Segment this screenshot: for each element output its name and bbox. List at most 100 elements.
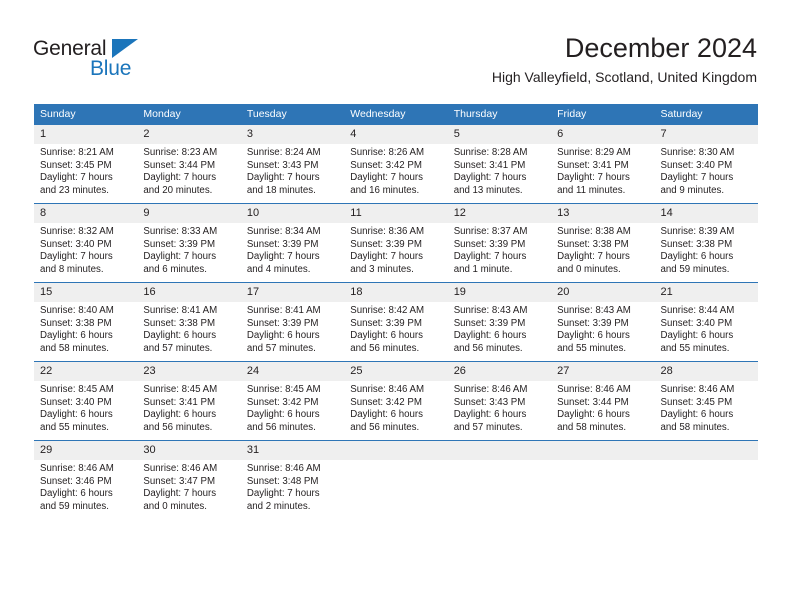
- calendar-day-cell[interactable]: 4 Sunrise: 8:26 AM Sunset: 3:42 PM Daylight…: [344, 125, 448, 204]
- daylight-text-line1: Daylight: 6 hours: [40, 488, 113, 500]
- calendar-week-row: 15 Sunrise: 8:40 AM Sunset: 3:38 PM Dayligh…: [34, 282, 758, 362]
- sunrise-text: Sunrise: 8:43 AM: [557, 305, 631, 316]
- calendar-day-cell[interactable]: 8 Sunrise: 8:32 AM Sunset: 3:40 PM Daylight…: [34, 203, 138, 283]
- calendar-day-cell[interactable]: 14 Sunrise: 8:39 AM Sunset: 3:38 PM Dayligh…: [654, 203, 758, 283]
- daylight-text-line1: Daylight: 6 hours: [143, 409, 217, 421]
- day-number: 25: [344, 362, 448, 381]
- day-details: Sunrise: 8:45 AM Sunset: 3:42 PM Daylight:…: [241, 381, 344, 434]
- calendar-day-cell[interactable]: 30 Sunrise: 8:46 AM Sunset: 3:47 PM Dayligh…: [137, 440, 241, 519]
- calendar-day-cell[interactable]: 19 Sunrise: 8:43 AM Sunset: 3:39 PM Dayligh…: [447, 282, 552, 362]
- calendar-day-cell[interactable]: 3 Sunrise: 8:24 AM Sunset: 3:43 PM Daylight…: [240, 125, 345, 204]
- calendar-day-cell[interactable]: 12 Sunrise: 8:37 AM Sunset: 3:39 PM Dayligh…: [447, 203, 552, 283]
- day-details: [655, 460, 758, 463]
- daylight-text-line1: Daylight: 6 hours: [557, 409, 630, 421]
- daylight-text-line1: Daylight: 7 hours: [40, 251, 113, 263]
- calendar-day-cell-empty: [344, 440, 448, 519]
- day-number: 14: [654, 204, 758, 223]
- sunset-text: Sunset: 3:44 PM: [557, 396, 629, 408]
- daylight-text-line1: Daylight: 6 hours: [40, 330, 113, 342]
- calendar-day-cell[interactable]: 2 Sunrise: 8:23 AM Sunset: 3:44 PM Daylight…: [137, 125, 241, 204]
- daylight-text-line2: and 56 minutes.: [350, 342, 420, 354]
- sunrise-text: Sunrise: 8:43 AM: [453, 305, 528, 316]
- sunset-text: Sunset: 3:39 PM: [557, 317, 629, 329]
- sunset-text: Sunset: 3:45 PM: [660, 396, 733, 408]
- sunset-text: Sunset: 3:39 PM: [453, 238, 526, 250]
- sunrise-text: Sunrise: 8:41 AM: [143, 305, 218, 316]
- calendar-day-cell[interactable]: 26 Sunrise: 8:46 AM Sunset: 3:43 PM Dayligh…: [447, 361, 552, 441]
- daylight-text-line2: and 13 minutes.: [453, 184, 523, 196]
- calendar-day-cell[interactable]: 21 Sunrise: 8:44 AM Sunset: 3:40 PM Dayligh…: [654, 282, 758, 362]
- calendar-day-cell[interactable]: 31 Sunrise: 8:46 AM Sunset: 3:48 PM Dayligh…: [240, 440, 345, 519]
- weekday-header-friday: Friday: [551, 104, 655, 125]
- sunrise-text: Sunrise: 8:30 AM: [660, 147, 735, 158]
- day-number: 26: [447, 362, 552, 381]
- day-number: [551, 441, 655, 460]
- sunset-text: Sunset: 3:43 PM: [453, 396, 526, 408]
- calendar-day-cell[interactable]: 18 Sunrise: 8:42 AM Sunset: 3:39 PM Dayligh…: [344, 282, 448, 362]
- daylight-text-line1: Daylight: 6 hours: [350, 330, 423, 342]
- calendar-day-cell[interactable]: 9 Sunrise: 8:33 AM Sunset: 3:39 PM Daylight…: [137, 203, 241, 283]
- logo-text-blue: Blue: [90, 57, 132, 80]
- sunset-text: Sunset: 3:39 PM: [453, 317, 526, 329]
- sunset-text: Sunset: 3:39 PM: [143, 238, 216, 250]
- calendar-day-cell[interactable]: 24 Sunrise: 8:45 AM Sunset: 3:42 PM Dayligh…: [240, 361, 345, 441]
- day-details: [344, 460, 447, 463]
- sunrise-text: Sunrise: 8:46 AM: [453, 384, 528, 395]
- day-number: [447, 441, 552, 460]
- location-subtitle: High Valleyfield, Scotland, United Kingd…: [491, 69, 757, 85]
- calendar-day-cell[interactable]: 13 Sunrise: 8:38 AM Sunset: 3:38 PM Dayligh…: [551, 203, 655, 283]
- calendar-day-cell[interactable]: 28 Sunrise: 8:46 AM Sunset: 3:45 PM Dayligh…: [654, 361, 758, 441]
- day-number: 21: [654, 283, 758, 302]
- sunrise-text: Sunrise: 8:44 AM: [660, 305, 735, 316]
- sunset-text: Sunset: 3:48 PM: [246, 475, 319, 487]
- day-details: Sunrise: 8:29 AM Sunset: 3:41 PM Daylight:…: [551, 144, 654, 197]
- calendar-day-cell[interactable]: 7 Sunrise: 8:30 AM Sunset: 3:40 PM Daylight…: [654, 125, 758, 204]
- weekday-header-saturday: Saturday: [654, 104, 758, 125]
- daylight-text-line2: and 57 minutes.: [143, 342, 213, 354]
- day-details: Sunrise: 8:41 AM Sunset: 3:38 PM Daylight:…: [137, 302, 240, 355]
- calendar-week-row: 29 Sunrise: 8:46 AM Sunset: 3:46 PM Dayligh…: [34, 440, 758, 519]
- sunrise-text: Sunrise: 8:36 AM: [350, 226, 425, 237]
- day-details: Sunrise: 8:46 AM Sunset: 3:46 PM Daylight:…: [34, 460, 137, 513]
- day-number: 3: [240, 125, 345, 144]
- page-title: December 2024: [564, 33, 757, 63]
- daylight-text-line2: and 0 minutes.: [143, 500, 207, 512]
- sunset-text: Sunset: 3:39 PM: [350, 238, 422, 250]
- calendar-day-cell[interactable]: 11 Sunrise: 8:36 AM Sunset: 3:39 PM Dayligh…: [344, 203, 448, 283]
- sunrise-text: Sunrise: 8:40 AM: [40, 305, 114, 316]
- day-details: Sunrise: 8:39 AM Sunset: 3:38 PM Daylight:…: [655, 223, 758, 276]
- calendar-day-cell[interactable]: 15 Sunrise: 8:40 AM Sunset: 3:38 PM Dayligh…: [34, 282, 138, 362]
- title-block: December 2024 High Valleyfield, Scotland…: [492, 32, 757, 87]
- day-details: Sunrise: 8:46 AM Sunset: 3:42 PM Daylight:…: [344, 381, 447, 434]
- sunset-text: Sunset: 3:40 PM: [660, 159, 733, 171]
- sunrise-text: Sunrise: 8:46 AM: [557, 384, 631, 395]
- daylight-text-line1: Daylight: 6 hours: [350, 409, 423, 421]
- calendar-day-cell[interactable]: 27 Sunrise: 8:46 AM Sunset: 3:44 PM Dayligh…: [551, 361, 655, 441]
- calendar-day-cell[interactable]: 1 Sunrise: 8:21 AM Sunset: 3:45 PM Daylight…: [34, 125, 138, 204]
- day-details: Sunrise: 8:37 AM Sunset: 3:39 PM Daylight:…: [448, 223, 551, 276]
- sunrise-text: Sunrise: 8:29 AM: [557, 147, 631, 158]
- daylight-text-line1: Daylight: 7 hours: [453, 172, 527, 184]
- day-number: [654, 441, 758, 460]
- daylight-text-line2: and 57 minutes.: [246, 342, 316, 354]
- calendar-day-cell[interactable]: 5 Sunrise: 8:28 AM Sunset: 3:41 PM Daylight…: [447, 125, 552, 204]
- calendar-day-cell[interactable]: 20 Sunrise: 8:43 AM Sunset: 3:39 PM Dayligh…: [551, 282, 655, 362]
- calendar-day-cell[interactable]: 23 Sunrise: 8:45 AM Sunset: 3:41 PM Dayligh…: [137, 361, 241, 441]
- calendar-day-cell[interactable]: 10 Sunrise: 8:34 AM Sunset: 3:39 PM Dayligh…: [240, 203, 345, 283]
- daylight-text-line1: Daylight: 7 hours: [557, 251, 630, 263]
- calendar-day-cell[interactable]: 17 Sunrise: 8:41 AM Sunset: 3:39 PM Dayligh…: [240, 282, 345, 362]
- day-number: 18: [344, 283, 448, 302]
- day-number: 19: [447, 283, 552, 302]
- day-number: 1: [34, 125, 138, 144]
- calendar-day-cell[interactable]: 6 Sunrise: 8:29 AM Sunset: 3:41 PM Daylight…: [551, 125, 655, 204]
- calendar-day-cell[interactable]: 25 Sunrise: 8:46 AM Sunset: 3:42 PM Dayligh…: [344, 361, 448, 441]
- day-details: Sunrise: 8:40 AM Sunset: 3:38 PM Daylight:…: [34, 302, 137, 355]
- calendar-day-cell[interactable]: 16 Sunrise: 8:41 AM Sunset: 3:38 PM Dayligh…: [137, 282, 241, 362]
- sunrise-text: Sunrise: 8:46 AM: [246, 463, 321, 474]
- day-number: 10: [240, 204, 345, 223]
- calendar-day-cell[interactable]: 29 Sunrise: 8:46 AM Sunset: 3:46 PM Dayligh…: [34, 440, 138, 519]
- calendar-day-cell[interactable]: 22 Sunrise: 8:45 AM Sunset: 3:40 PM Dayligh…: [34, 361, 138, 441]
- sunset-text: Sunset: 3:47 PM: [143, 475, 216, 487]
- sunrise-text: Sunrise: 8:33 AM: [143, 226, 218, 237]
- daylight-text-line2: and 58 minutes.: [557, 421, 627, 433]
